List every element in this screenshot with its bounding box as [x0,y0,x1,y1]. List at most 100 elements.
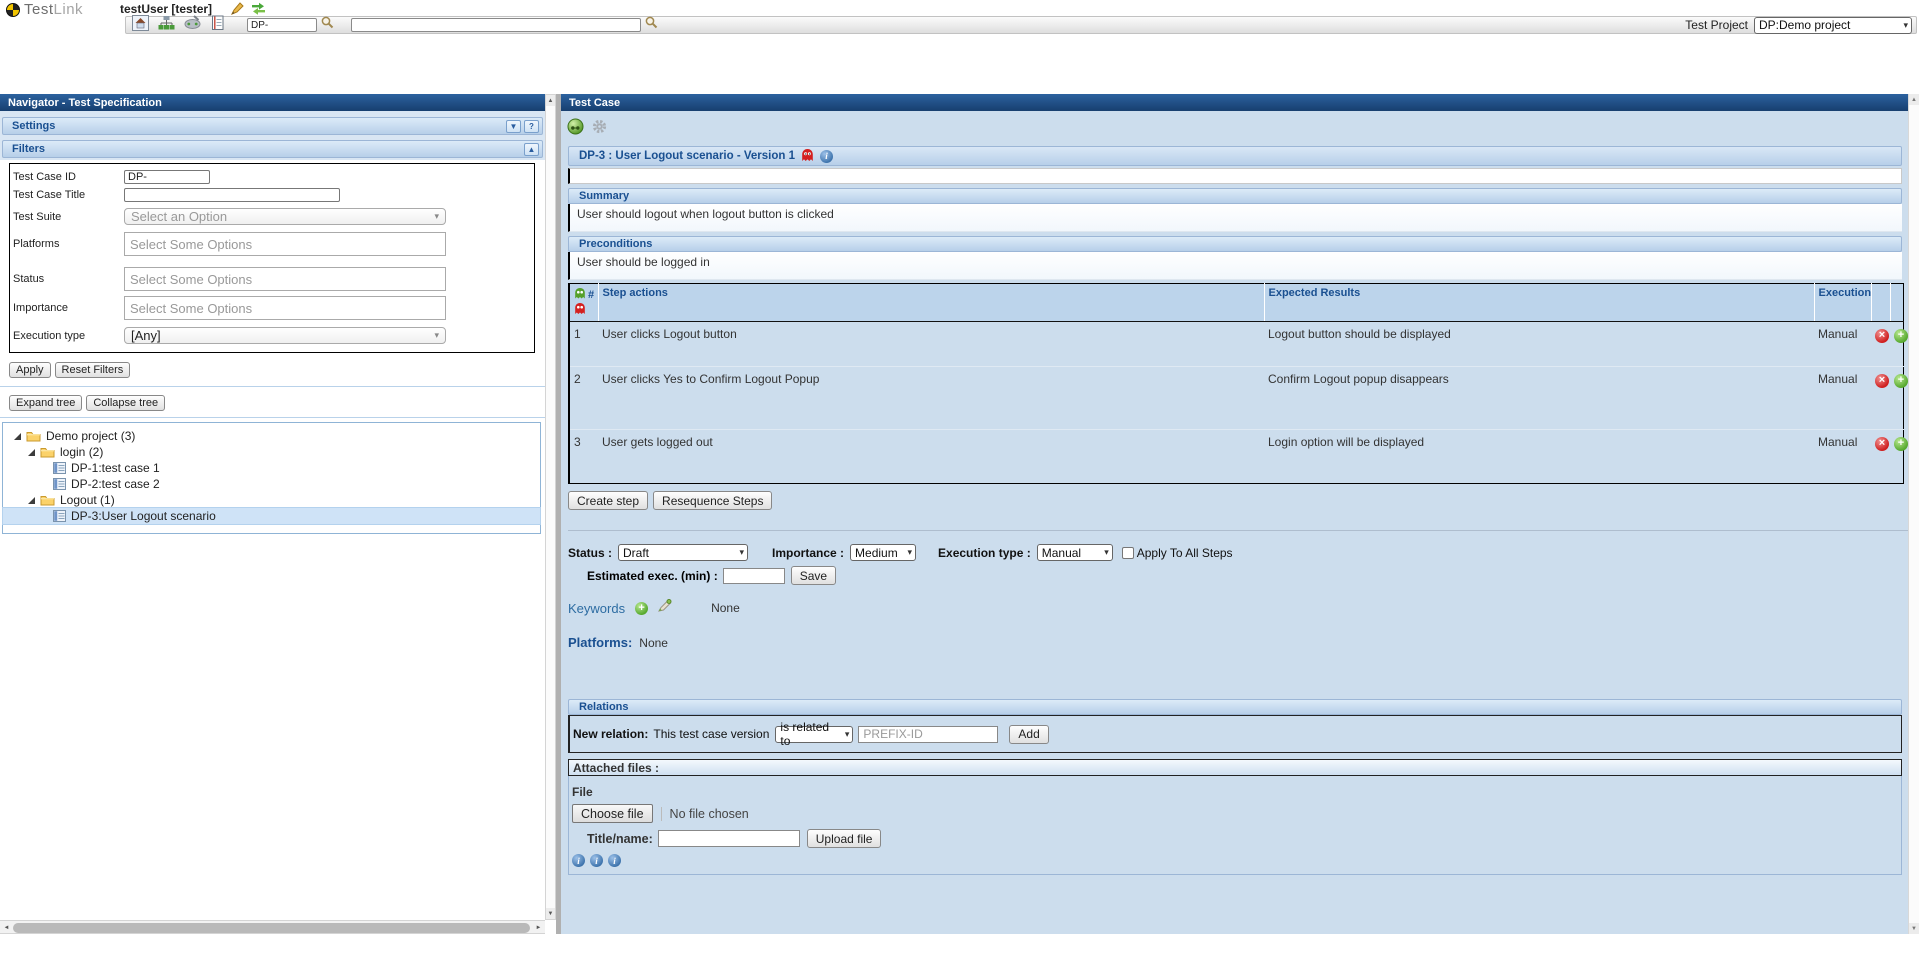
status-multiselect[interactable]: Select Some Options [124,267,446,291]
tree-node-suite[interactable]: login (2) [3,444,540,460]
sitemap-icon[interactable] [158,15,175,36]
tree-node-testcase[interactable]: DP-2:test case 2 [3,476,540,492]
step-action[interactable]: User clicks Logout button [598,322,1264,367]
status-select[interactable]: Draft ▾ [618,544,748,561]
settings-collapse-icon[interactable]: ▼ [506,120,521,133]
ghost-green-icon[interactable] [574,287,586,302]
step-expected[interactable]: Confirm Logout popup disappears [1264,367,1814,430]
home-icon[interactable] [132,15,149,36]
add-step-icon[interactable] [1894,329,1908,343]
navigator-vertical-scrollbar[interactable]: ▲ ▼ [545,94,556,920]
expand-tree-button[interactable]: Expand tree [9,395,82,411]
relation-type-value: is related to [780,720,840,748]
attachment-title-input[interactable] [658,830,800,847]
info-icon[interactable] [608,854,621,867]
navigator-horizontal-scrollbar[interactable]: ◄ ► [0,920,545,934]
platforms-placeholder: Select Some Options [130,237,252,252]
execution-type-select[interactable]: [Any] ▾ [124,327,446,344]
scroll-down-icon[interactable]: ▼ [546,908,555,919]
steps-actions-header: Step actions [598,284,1264,322]
ghost-red-icon[interactable] [574,306,586,318]
test-suite-select[interactable]: Select an Option ▾ [124,208,446,225]
apply-all-steps-checkbox[interactable] [1122,547,1134,559]
test-project-select[interactable]: DP:Demo project ▾ [1754,17,1912,34]
scroll-left-icon[interactable]: ◄ [1,922,12,933]
testcase-title-filter-input[interactable] [124,188,340,202]
apply-button[interactable]: Apply [9,362,51,378]
execution-type-select[interactable]: Manual ▾ [1037,544,1113,561]
testcase-vertical-scrollbar[interactable]: ▲ ▼ [1908,94,1919,934]
info-icon[interactable] [590,854,603,867]
add-relation-button[interactable]: Add [1009,725,1048,744]
filters-collapse-icon[interactable]: ▲ [524,143,539,156]
summary-label: Summary [579,190,629,202]
step-action[interactable]: User clicks Yes to Confirm Logout Popup [598,367,1264,430]
info-icon[interactable] [572,854,585,867]
delete-step-icon[interactable] [1875,437,1889,451]
scroll-up-icon[interactable]: ▲ [546,95,555,106]
tree-expander-icon[interactable] [27,496,36,505]
tree-node-testcase-selected[interactable]: DP-3:User Logout scenario [3,508,540,524]
testcase-id-search-input[interactable] [247,18,317,32]
chevron-down-icon: ▾ [908,547,913,558]
info-icon[interactable] [820,150,833,163]
add-step-icon[interactable] [1894,374,1908,388]
scroll-down-icon[interactable]: ▼ [1909,923,1919,934]
scroll-up-icon[interactable]: ▲ [1909,94,1919,105]
save-button[interactable]: Save [791,566,836,585]
scroll-right-icon[interactable]: ► [533,922,544,933]
summary-text: User should logout when logout button is… [568,204,1902,232]
step-add-cell [1890,430,1903,484]
report-icon[interactable] [210,15,225,36]
tree-expander-icon[interactable] [27,448,36,457]
test-project-label: Test Project [1685,18,1748,32]
step-execution: Manual [1814,367,1871,430]
chevron-down-icon: ▾ [1104,547,1109,558]
choose-file-button[interactable]: Choose file [572,804,653,823]
tree-node-testcase[interactable]: DP-1:test case 1 [3,460,540,476]
reset-filters-button[interactable]: Reset Filters [55,362,131,378]
tree-node-project[interactable]: Demo project (3) [3,428,540,444]
platforms-multiselect[interactable]: Select Some Options [124,232,446,256]
delete-step-icon[interactable] [1875,374,1889,388]
importance-multiselect[interactable]: Select Some Options [124,296,446,320]
test-suite-placeholder: Select an Option [131,209,227,224]
chevron-down-icon: ▾ [434,211,439,222]
tree-expander-icon[interactable] [13,432,22,441]
testcase-id-filter-input[interactable] [124,170,210,184]
testcase-edit-strip[interactable] [568,168,1902,184]
test-project-value: DP:Demo project [1759,18,1850,32]
step-action[interactable]: User gets logged out [598,430,1264,484]
ghost-red-icon[interactable] [801,148,814,165]
step-expected[interactable]: Login option will be displayed [1264,430,1814,484]
settings-section-bar[interactable]: Settings ▼ ? [2,117,543,135]
global-search-input[interactable] [351,18,641,32]
delete-step-icon[interactable] [1875,329,1889,343]
navigator-panel: Settings ▼ ? Filters ▲ Test Case ID Test… [0,111,545,920]
add-step-icon[interactable] [1894,437,1908,451]
search-icon[interactable] [645,16,658,34]
tree-node-suite[interactable]: Logout (1) [3,492,540,508]
tools-icon[interactable] [184,15,201,36]
filters-section-bar[interactable]: Filters ▲ [2,140,543,158]
gear-icon[interactable] [591,118,608,140]
importance-select[interactable]: Medium ▾ [850,544,916,561]
edit-keyword-icon[interactable] [657,598,673,618]
keywords-label[interactable]: Keywords [568,601,625,616]
globe-icon[interactable] [567,118,584,140]
help-icon[interactable]: ? [524,120,539,133]
relation-id-input[interactable] [858,726,998,743]
resequence-steps-button[interactable]: Resequence Steps [653,491,772,510]
relation-type-select[interactable]: is related to ▾ [775,726,853,743]
search-icon[interactable] [321,16,334,34]
add-keyword-icon[interactable] [635,602,648,615]
create-step-button[interactable]: Create step [568,491,648,510]
collapse-tree-button[interactable]: Collapse tree [86,395,165,411]
upload-file-button[interactable]: Upload file [807,829,882,848]
estimated-exec-input[interactable] [723,568,785,584]
step-expected[interactable]: Logout button should be displayed [1264,322,1814,367]
main-toolbar: Test Project DP:Demo project ▾ [125,16,1917,34]
new-relation-label: New relation: [573,727,648,741]
scrollbar-thumb[interactable] [13,923,530,933]
filters-form: Test Case ID Test Case Title Test Suite … [9,163,535,353]
